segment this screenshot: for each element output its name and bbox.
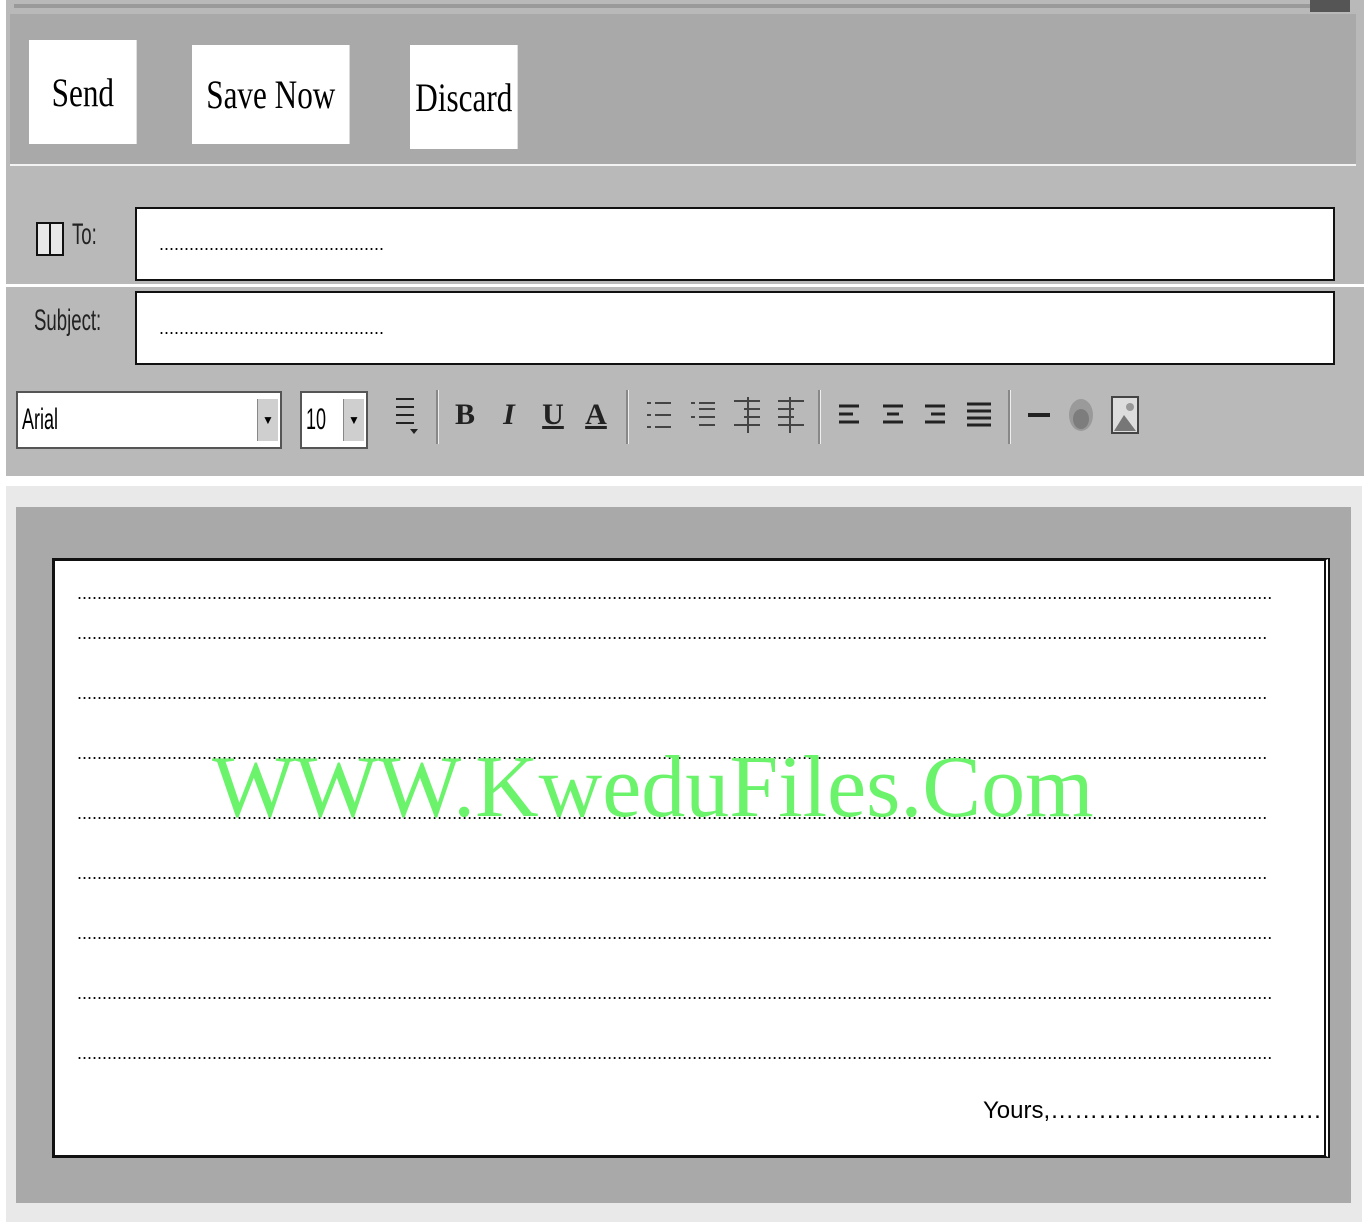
to-label: To:	[72, 218, 97, 251]
message-body-editor[interactable]: ........................................…	[52, 558, 1330, 1158]
justify-icon[interactable]	[962, 392, 996, 438]
address-book-icon[interactable]	[36, 222, 64, 256]
bold-icon[interactable]: B	[450, 392, 480, 438]
italic-icon[interactable]: I	[494, 392, 524, 438]
horizontal-rule-icon[interactable]	[1024, 392, 1054, 438]
underline-icon[interactable]: U	[538, 392, 568, 438]
window-frame-top	[14, 4, 1310, 8]
align-center-icon[interactable]	[878, 392, 908, 438]
save-now-button[interactable]: Save Now	[192, 45, 350, 144]
body-line: ........................................…	[77, 923, 1273, 943]
font-color-icon[interactable]: A	[578, 392, 614, 438]
align-left-icon[interactable]	[834, 392, 864, 438]
font-family-value: Arial	[22, 403, 59, 436]
closing-signature: Yours,…………………………….	[983, 1097, 1321, 1124]
toolbar-divider	[1008, 390, 1011, 444]
subject-field[interactable]: ........................................…	[135, 291, 1335, 365]
send-button[interactable]: Send	[29, 40, 137, 144]
window-corner-tab	[1310, 0, 1350, 12]
align-right-icon[interactable]	[920, 392, 950, 438]
discard-button-label: Discard	[415, 74, 513, 120]
bullet-list-icon[interactable]	[686, 392, 720, 438]
field-separator	[6, 284, 1364, 287]
body-line: ........................................…	[77, 803, 1268, 823]
numbered-list-icon[interactable]	[642, 392, 676, 438]
body-line: ........................................…	[77, 683, 1268, 703]
to-field[interactable]: ........................................…	[135, 207, 1335, 281]
save-now-button-label: Save Now	[206, 72, 336, 117]
subject-label: Subject:	[34, 304, 102, 337]
increase-indent-icon[interactable]	[774, 392, 808, 438]
body-line: ........................................…	[77, 743, 1268, 763]
send-button-label: Send	[51, 69, 115, 115]
chevron-down-icon[interactable]: ▼	[343, 399, 364, 441]
discard-button[interactable]: Discard	[410, 45, 518, 149]
font-size-select[interactable]: 10 ▼	[300, 391, 368, 449]
subject-field-value: ........................................…	[159, 317, 385, 338]
font-size-value: 10	[306, 403, 327, 436]
body-line: ........................................…	[77, 583, 1273, 603]
toolbar-divider	[436, 390, 439, 444]
image-icon[interactable]	[1108, 392, 1142, 438]
toolbar-divider	[626, 390, 629, 444]
to-field-value: ........................................…	[159, 233, 385, 254]
decrease-indent-icon[interactable]	[730, 392, 764, 438]
link-icon[interactable]	[1064, 392, 1098, 438]
body-line: ........................................…	[77, 1043, 1273, 1063]
body-line: ........................................…	[77, 623, 1268, 643]
toolbar-divider	[818, 390, 821, 444]
text-style-icon[interactable]	[386, 392, 426, 438]
chevron-down-icon[interactable]: ▼	[257, 399, 278, 441]
body-line: ........................................…	[77, 983, 1273, 1003]
body-line: ........................................…	[77, 863, 1268, 883]
font-family-select[interactable]: Arial ▼	[16, 391, 282, 449]
